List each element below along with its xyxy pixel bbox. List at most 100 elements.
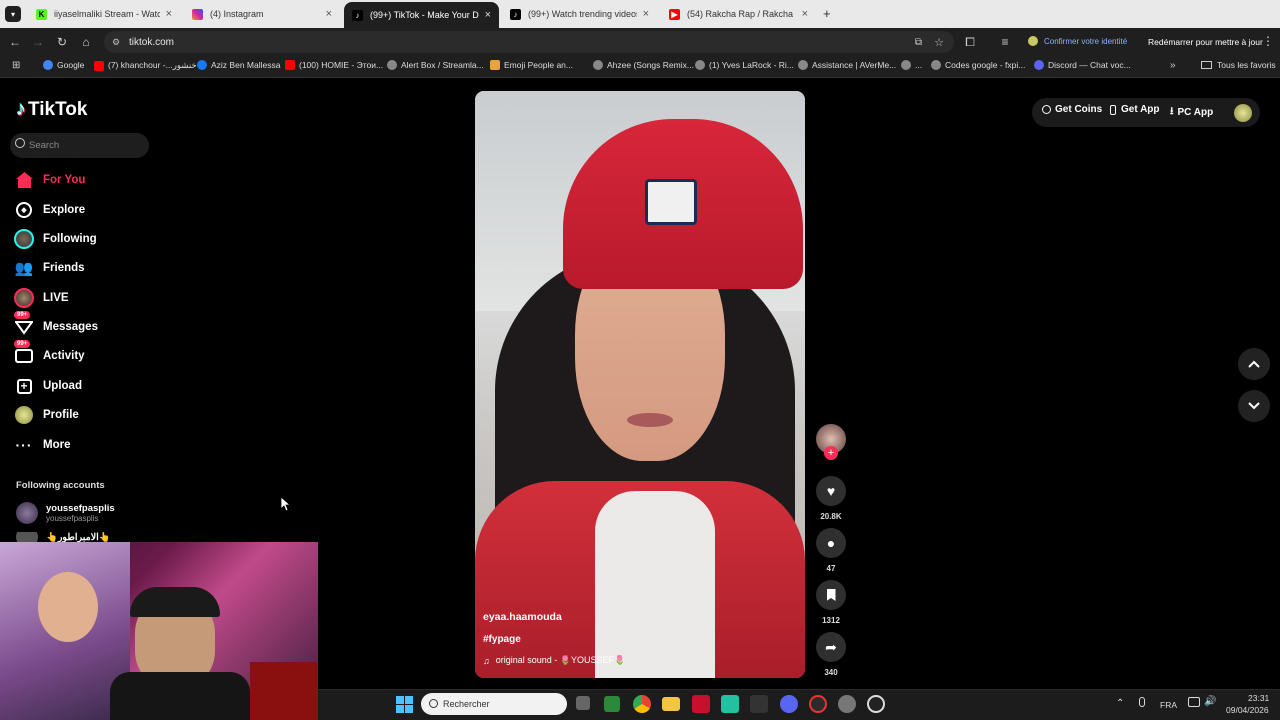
comment-button[interactable]: ● 47 [815,528,847,573]
all-bookmarks-button[interactable]: Tous les favoris [1201,60,1276,70]
nav-explore[interactable]: ◆ Explore [14,199,85,221]
video-sound[interactable]: ♫ original sound - 🌷YOUSSEF🌷 [483,655,625,666]
close-icon[interactable]: × [485,9,491,21]
bookmarks-overflow-icon[interactable]: » [1170,60,1176,71]
bookmark-item[interactable]: Discord — Chat voc... [1034,60,1131,70]
follow-plus-icon[interactable]: + [824,446,838,460]
bookmark-item[interactable]: Alert Box / Streamla... [387,60,484,70]
app-dark-icon[interactable] [750,695,768,713]
home-icon[interactable]: ⌂ [78,34,94,50]
tab-instagram[interactable]: (4) Instagram × [184,3,340,25]
nav-more[interactable]: ··· More [14,434,71,456]
video-username[interactable]: eyaa.haamouda [483,611,562,623]
new-tab-button[interactable]: + [823,6,831,21]
bookmark-item[interactable]: Aziz Ben Mallessa [197,60,280,70]
bookmark-item[interactable]: (7) khanchour -...خنشور [94,60,197,71]
clock-time[interactable]: 23:31 [1248,693,1269,703]
restart-button[interactable]: Redémarrer pour mettre à jour [1148,37,1263,47]
clock-date[interactable]: 09/04/2026 [1226,705,1269,715]
extensions-icon[interactable]: ⧠ [962,34,978,50]
bookmark-item[interactable]: ... [901,60,922,70]
comment-count: 47 [826,564,836,573]
bookmark-item[interactable]: Codes google - fxpi... [931,60,1025,70]
video-hashtag[interactable]: #fypage [483,634,521,645]
tab-youtube[interactable]: ▶ (54) Rakcha Rap / Rakcha Prod × [661,3,816,25]
close-icon[interactable]: × [802,8,808,20]
pc-app-button[interactable]: ⭳ PC App [1170,104,1213,121]
settings-icon[interactable] [838,695,856,713]
nav-live[interactable]: LIVE [14,287,69,309]
site-info-icon[interactable]: ⚙ [112,37,120,48]
nav-upload[interactable]: + Upload [14,375,82,397]
search-icon [429,699,438,708]
volume-icon[interactable]: 🔊 [1204,696,1216,707]
creator-avatar[interactable]: + [815,424,847,460]
following-account-item[interactable]: youssefpasplis youssefpasplis [16,502,115,524]
video-player[interactable]: eyaa.haamouda #fypage ♫ original sound -… [475,91,805,678]
search-input[interactable]: Search [10,133,149,158]
identity-chip[interactable]: Confirmer votre identité [1028,36,1127,46]
tab-tiktok-trending[interactable]: ♪ (99+) Watch trending videos for × [502,3,657,25]
tab-search-button[interactable]: ▾ [5,6,21,22]
chrome-icon[interactable] [633,695,651,713]
close-icon[interactable]: × [643,8,649,20]
bookmark-star-icon[interactable]: ☆ [934,36,944,49]
media-control-icon[interactable]: ≡ [997,34,1013,50]
google-icon [43,60,53,70]
app-green-icon[interactable] [604,696,620,712]
task-view-icon[interactable] [576,696,590,710]
bookmark-item[interactable]: (100) HOMIE - Этои... [285,60,383,70]
bookmark-item[interactable]: Assistance | AVerMe... [798,60,896,70]
forward-icon[interactable]: → [30,34,46,50]
network-icon[interactable] [1188,697,1200,707]
nav-messages[interactable]: 99+ Messages [14,311,98,338]
get-app-button[interactable]: Get App [1110,104,1160,115]
save-button[interactable]: 1312 [815,580,847,625]
tray-chevron-icon[interactable]: ⌃ [1116,698,1124,709]
taskbar-search[interactable]: Rechercher [421,693,567,715]
share-button[interactable]: ➦ 340 [815,632,847,677]
microphone-icon[interactable] [1139,697,1145,707]
app-recording-icon[interactable] [809,695,827,713]
scroll-down-button[interactable] [1238,390,1270,422]
tiktok-note-icon: ♪ [16,98,26,120]
user-avatar[interactable] [1234,104,1252,122]
globe-icon [901,60,911,70]
tab-kick[interactable]: K iiyaselmaliki Stream - Watch Li × [28,3,180,25]
discord-icon[interactable] [780,695,798,713]
tab-tiktok-active[interactable]: ♪ (99+) TikTok - Make Your Day × [344,2,499,28]
nav-activity[interactable]: 99+ Activity [14,340,85,367]
menu-icon[interactable]: ⋮ [1262,34,1274,48]
nav-friends[interactable]: 👥 Friends [14,257,85,279]
bookmark-item[interactable]: Emoji People an... [490,60,573,70]
app-teal-icon[interactable] [721,695,739,713]
nav-profile[interactable]: Profile [14,404,79,426]
windows-start-icon[interactable] [396,696,413,713]
apps-icon[interactable]: ⊞ [12,60,20,71]
install-icon[interactable]: ⧉ [915,37,922,48]
close-icon[interactable]: × [326,8,332,20]
chevron-down-icon [1248,402,1260,410]
like-button[interactable]: ♥ 20.8K [815,476,847,521]
tiktok-logo[interactable]: ♪ TikTok [16,98,87,121]
avatar [16,532,38,542]
close-icon[interactable]: × [166,8,172,20]
nav-for-you[interactable]: For You [14,169,85,191]
bookmark-item[interactable]: (1) Yves LaRock - Ri... [695,60,794,70]
scroll-up-button[interactable] [1238,348,1270,380]
media-player-icon[interactable] [867,695,885,713]
following-account-item[interactable]: 👆الامبراطور👆 [16,532,111,542]
back-icon[interactable]: ← [7,34,23,50]
more-icon: ··· [15,437,33,453]
get-coins-button[interactable]: Get Coins [1042,104,1102,115]
adobe-icon[interactable] [692,695,710,713]
profile-icon [14,405,34,425]
file-explorer-icon[interactable] [662,697,680,711]
address-bar[interactable]: ⚙ tiktok.com ⧉ ☆ [104,31,954,53]
chevron-up-icon [1248,360,1260,368]
nav-following[interactable]: Following [14,228,97,250]
bookmark-item[interactable]: Ahzee (Songs Remix... [593,60,694,70]
reload-icon[interactable]: ↻ [54,34,70,50]
bookmark-item[interactable]: Google [43,60,84,70]
language-indicator[interactable]: FRA [1160,700,1177,710]
